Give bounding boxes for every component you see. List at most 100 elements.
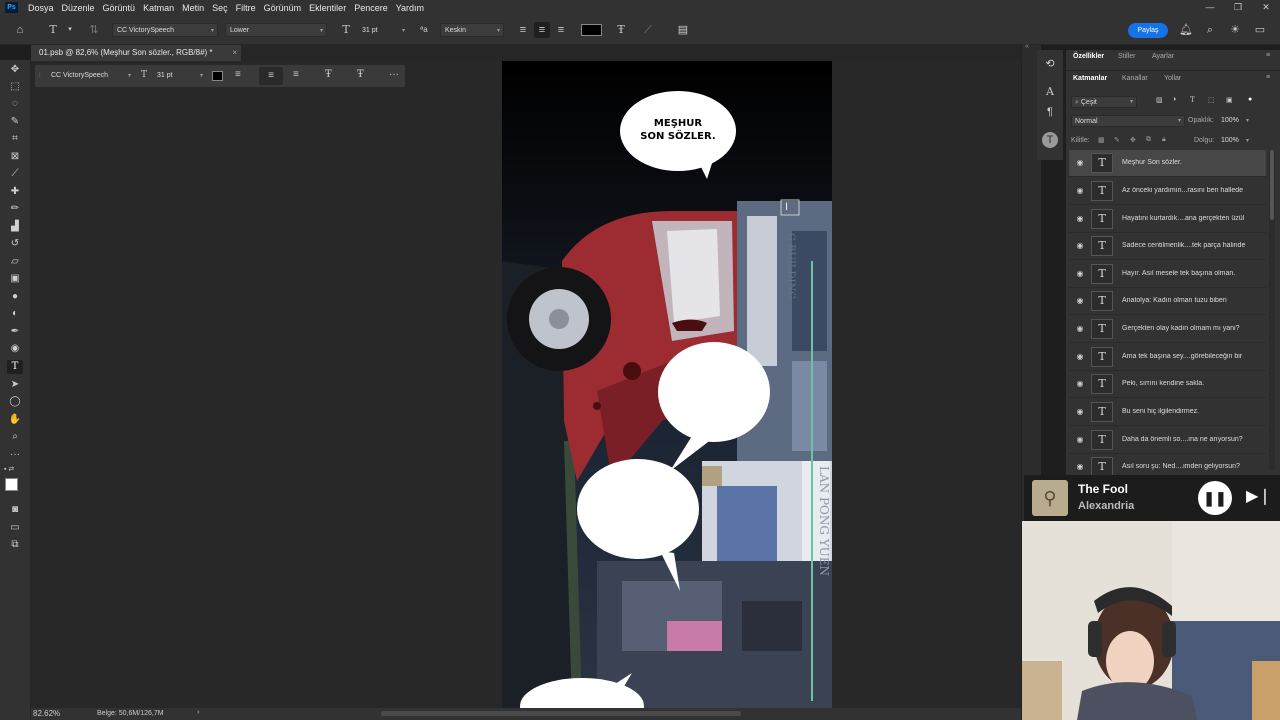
next-track-icon[interactable]: ▶❘ <box>1246 486 1272 506</box>
blend-mode-select[interactable]: Normal ▾ <box>1071 115 1185 127</box>
eye-icon[interactable]: ◉ <box>1075 325 1085 333</box>
collapse-panels-icon[interactable]: « <box>1025 43 1029 50</box>
lock-transparent-icon[interactable]: ▦ <box>1098 136 1105 144</box>
dodge-tool-icon[interactable]: ◐ <box>7 307 23 321</box>
tab-katmanlar[interactable]: Katmanlar <box>1073 75 1107 82</box>
grip-icon[interactable]: ⁞ <box>39 73 43 81</box>
eye-icon[interactable]: ◉ <box>1075 297 1085 305</box>
tab-ayarlar[interactable]: Ayarlar <box>1152 53 1174 60</box>
move-tool-icon[interactable]: ✥ <box>7 63 23 77</box>
bell-icon[interactable]: 🔔︎ <box>1178 22 1194 38</box>
minimize-icon[interactable]: — <box>1196 0 1224 15</box>
screen-mode-icon[interactable]: ▭ <box>7 521 23 535</box>
font-size-select[interactable]: 31 pt ▾ <box>357 23 409 37</box>
eye-icon[interactable]: ◉ <box>1075 463 1085 471</box>
document-tab[interactable]: 01.psb @ 82,6% (Meşhur Son sözler., RGB/… <box>31 45 241 61</box>
eraser-tool-icon[interactable]: ▱ <box>7 255 23 269</box>
lock-all-icon[interactable]: 🔒︎ <box>1162 136 1166 144</box>
eye-icon[interactable]: ◉ <box>1075 215 1085 223</box>
menu-sec[interactable]: Seç <box>208 3 232 13</box>
text-orientation-icon[interactable]: ⇅ <box>86 22 102 38</box>
filter-shape-icon[interactable]: ⬚ <box>1208 96 1215 104</box>
opacity-value[interactable]: 100% <box>1221 117 1239 124</box>
healing-brush-icon[interactable]: ✚ <box>7 185 23 199</box>
menu-filtre[interactable]: Filtre <box>232 3 260 13</box>
more-tools-icon[interactable]: ··· <box>7 448 23 462</box>
eye-icon[interactable]: ◉ <box>1075 380 1085 388</box>
eye-icon[interactable]: ◉ <box>1075 436 1085 444</box>
character-panel-icon[interactable]: A <box>1042 84 1058 100</box>
history-brush-icon[interactable]: ↺ <box>7 237 23 251</box>
warp-text-icon[interactable]: Ŧ <box>613 22 629 38</box>
chevron-down-icon[interactable]: ▾ <box>62 22 78 38</box>
filter-smart-object-icon[interactable]: ▣ <box>1226 96 1233 104</box>
gradient-tool-icon[interactable]: ▣ <box>7 272 23 286</box>
workspace-icon[interactable]: ▭ <box>1252 22 1268 38</box>
quick-selection-icon[interactable]: ✎ <box>7 115 23 129</box>
eyedropper-icon[interactable]: ⟋ <box>7 167 23 181</box>
tab-ozellikler[interactable]: Özellikler <box>1073 53 1104 60</box>
layer-row[interactable]: ◉ T Az önceki yardımın...rasını ben halled… <box>1069 178 1266 205</box>
eye-icon[interactable]: ◉ <box>1075 408 1085 416</box>
layer-row[interactable]: ◉ T Meşhur Son sözler. <box>1069 150 1266 177</box>
align-center-icon[interactable]: ≡ <box>259 67 283 85</box>
close-tab-icon[interactable]: × <box>232 45 237 61</box>
eye-icon[interactable]: ◉ <box>1075 159 1085 167</box>
menu-pencere[interactable]: Pencere <box>350 3 392 13</box>
filter-adjustment-icon[interactable]: ◑ <box>1172 96 1176 103</box>
layers-list[interactable]: ◉ T Meşhur Son sözler. ◉ T Az önceki yardımı… <box>1066 150 1280 475</box>
panel-menu-icon[interactable]: ≡ <box>1266 52 1270 59</box>
eye-icon[interactable]: ◉ <box>1075 187 1085 195</box>
layer-row[interactable]: ◉ T Hayatını kurtardık....ana gerçekten üz… <box>1069 206 1266 233</box>
menu-katman[interactable]: Katman <box>139 3 178 13</box>
type-options-icon[interactable]: Ŧ <box>357 69 364 80</box>
crop-tool-icon[interactable]: ⌗ <box>7 132 23 146</box>
foreground-color-swatch[interactable] <box>5 478 18 491</box>
menu-yardim[interactable]: Yardım <box>392 3 428 13</box>
type-tool-icon[interactable]: T <box>7 360 23 374</box>
eye-icon[interactable]: ◉ <box>1075 242 1085 250</box>
filter-pixel-icon[interactable]: ▨ <box>1156 96 1163 104</box>
layers-panel-menu-icon[interactable]: ≡ <box>1266 74 1270 81</box>
menu-duzenle[interactable]: Düzenle <box>58 3 99 13</box>
frame-tool-icon[interactable]: ⊠ <box>7 150 23 164</box>
glyphs-panel-icon[interactable]: T <box>1042 132 1058 148</box>
path-selection-icon[interactable]: ➤ <box>7 378 23 392</box>
layer-row[interactable]: ◉ T Ama tek başına sey....görebileceğin bi… <box>1069 344 1266 371</box>
text-color-swatch[interactable] <box>581 24 602 36</box>
tab-stiller[interactable]: Stiller <box>1118 53 1136 60</box>
tab-yollar[interactable]: Yollar <box>1164 75 1181 82</box>
pen-tool-icon[interactable]: ✒ <box>7 325 23 339</box>
align-right-icon[interactable]: ≡ <box>553 22 569 38</box>
align-right-icon[interactable]: ≡ <box>293 69 299 80</box>
lock-image-icon[interactable]: ✎ <box>1114 136 1120 144</box>
warp-text-icon[interactable]: Ŧ <box>325 69 332 80</box>
share-button[interactable]: Paylaş <box>1128 23 1168 38</box>
align-left-icon[interactable]: ≡ <box>235 69 241 80</box>
font-style-select[interactable]: Lower ▾ <box>225 23 327 37</box>
artboard-icon[interactable]: ⧉ <box>7 538 23 552</box>
align-center-icon[interactable]: ≡ <box>534 22 550 38</box>
search-icon[interactable]: ⌕ <box>1202 22 1218 38</box>
clone-stamp-icon[interactable]: ▟ <box>7 220 23 234</box>
float-font-size[interactable]: 31 pt ▾ <box>153 70 205 82</box>
fill-value[interactable]: 100% <box>1221 137 1239 144</box>
close-icon[interactable]: ✕ <box>1252 0 1280 15</box>
float-color-swatch[interactable] <box>212 71 223 81</box>
paragraph-panel-icon[interactable]: ¶ <box>1042 104 1058 120</box>
layer-row[interactable]: ◉ T Daha da önemli so....ına ne arıyorsun? <box>1069 427 1266 454</box>
type-tool-preset-icon[interactable]: T <box>45 22 61 38</box>
marquee-tool-icon[interactable]: ⬚ <box>7 80 23 94</box>
align-left-icon[interactable]: ≡ <box>515 22 531 38</box>
canvas-area[interactable]: ⁞ CC VictorySpeech ▾ T 31 pt ▾ ≡ ≡ ≡ Ŧ Ŧ… <box>31 61 1021 708</box>
lock-artboard-icon[interactable]: ⧉ <box>1146 136 1151 144</box>
document-info[interactable]: Belge: 50,6M/126,7M <box>97 710 164 717</box>
character-panel-icon[interactable]: ▤ <box>675 22 691 38</box>
quick-mask-icon[interactable]: ◙ <box>7 503 23 517</box>
pause-icon[interactable]: ❚❚ <box>1198 481 1232 515</box>
font-family-select[interactable]: CC VictorySpeech ▾ <box>112 23 218 37</box>
layer-row[interactable]: ◉ T Anatolya: Kadın olman tuzu biberi <box>1069 288 1266 315</box>
layer-row[interactable]: ◉ T Hayır. Asıl mesele tek başına olman. <box>1069 261 1266 288</box>
eye-icon[interactable]: ◉ <box>1075 270 1085 278</box>
layer-row[interactable]: ◉ T Gerçekten olay kadın olmam mı yani? <box>1069 316 1266 343</box>
